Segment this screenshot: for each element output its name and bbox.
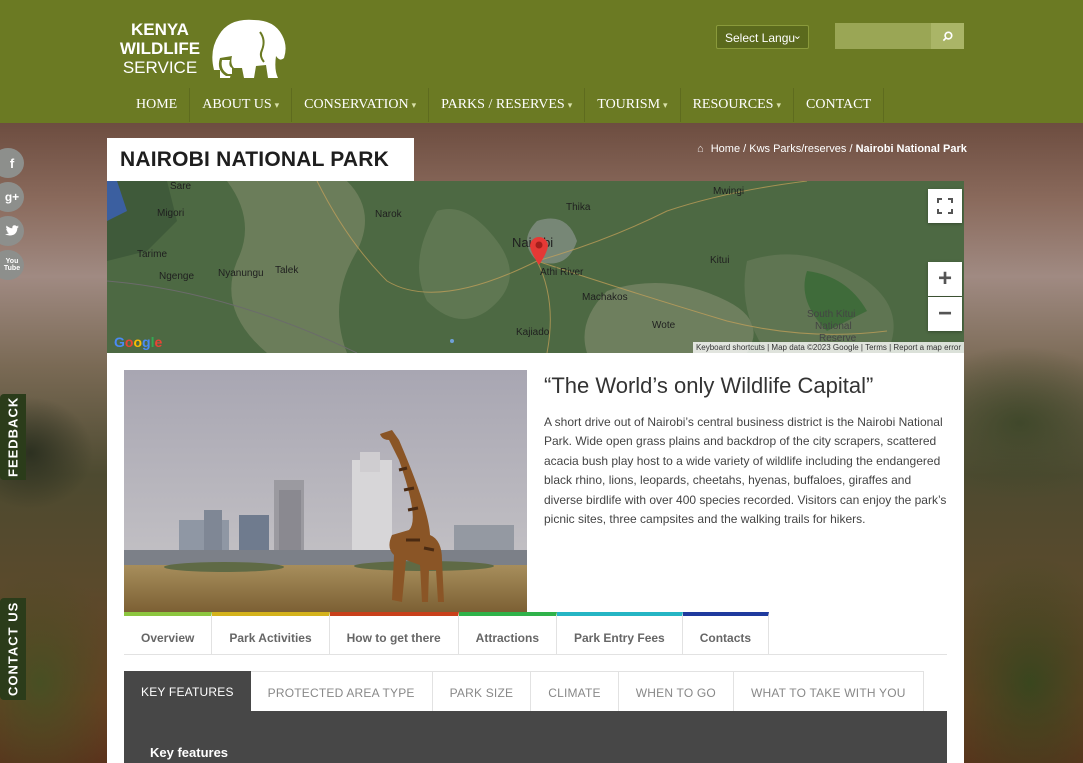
site-header: KENYA WILDLIFE SERVICE Select Langu ⌄ HO…: [0, 0, 1083, 123]
tabs-divider: [124, 654, 947, 655]
park-description: A short drive out of Nairobi’s central b…: [544, 415, 947, 527]
fullscreen-icon: [937, 198, 953, 214]
map-attribution: Keyboard shortcuts | Map data ©2023 Goog…: [692, 342, 964, 353]
tab-protected-area-type[interactable]: PROTECTED AREA TYPE: [250, 671, 433, 711]
tab-key-features[interactable]: KEY FEATURES: [124, 671, 251, 711]
twitter-bird-icon: [5, 225, 19, 236]
tab-how-to-get-there[interactable]: How to get there: [329, 612, 459, 654]
panel-heading: Key features: [150, 745, 229, 760]
nav-item-resources[interactable]: RESOURCES ▾: [681, 88, 795, 122]
dropdown-caret-icon: ▾: [411, 100, 417, 110]
nav-item-contact[interactable]: CONTACT: [794, 88, 885, 122]
zoom-out-button[interactable]: −: [928, 297, 962, 331]
dropdown-caret-icon: ▾: [663, 100, 668, 110]
tab-overview[interactable]: Overview: [124, 612, 213, 654]
report-map-error-link[interactable]: Report a map error: [893, 343, 961, 352]
keyboard-shortcuts-link[interactable]: Keyboard shortcuts: [696, 343, 765, 352]
tab-park-entry-fees[interactable]: Park Entry Fees: [557, 612, 683, 654]
tab-park-activities[interactable]: Park Activities: [212, 612, 330, 654]
park-tagline: “The World’s only Wildlife Capital”: [544, 373, 874, 398]
nav-item-home[interactable]: HOME: [124, 88, 191, 122]
chevron-down-icon: ⌄: [792, 30, 802, 42]
breadcrumb-parks[interactable]: Kws Parks/reserves: [749, 143, 846, 155]
zoom-in-button[interactable]: +: [928, 262, 962, 296]
dropdown-caret-icon: ▾: [274, 100, 280, 110]
tab-park-size[interactable]: PARK SIZE: [432, 671, 532, 711]
content-area: “The World’s only Wildlife Capital” A sh…: [107, 353, 964, 763]
tab-contacts[interactable]: Contacts: [682, 612, 770, 654]
breadcrumb: ⌂ Home / Kws Parks/reserves / Nairobi Na…: [697, 143, 967, 155]
language-select[interactable]: Select Langu ⌄: [716, 25, 809, 49]
terms-link[interactable]: Terms: [865, 343, 887, 352]
logo-text: KENYA WILDLIFE SERVICE: [119, 20, 201, 77]
tab-attractions[interactable]: Attractions: [458, 612, 557, 654]
tab-climate[interactable]: CLIMATE: [531, 671, 619, 711]
giraffe-skyline-photo: [124, 370, 527, 614]
elephant-logo-icon: [212, 19, 286, 78]
search-icon: [942, 30, 953, 41]
secondary-tabs: KEY FEATURES PROTECTED AREA TYPE PARK SI…: [124, 671, 924, 711]
key-features-panel: Key features: [124, 711, 947, 763]
home-icon: ⌂: [697, 143, 704, 155]
park-map[interactable]: Sare Migori Narok Thika Mwingi Nairobi T…: [107, 181, 964, 353]
kws-logo[interactable]: KENYA WILDLIFE SERVICE: [114, 19, 294, 80]
search-button[interactable]: [931, 23, 964, 49]
main-nav: HOME ABOUT US ▾ CONSERVATION ▾ PARKS / RES…: [124, 88, 885, 122]
nav-item-about-us[interactable]: ABOUT US ▾: [190, 88, 293, 122]
primary-tabs: Overview Park Activities How to get ther…: [124, 612, 770, 654]
photo-illustration: [124, 370, 527, 614]
search-input[interactable]: [835, 23, 931, 49]
breadcrumb-home[interactable]: Home: [711, 143, 740, 155]
tab-what-to-take[interactable]: WHAT TO TAKE WITH YOU: [733, 671, 924, 711]
feedback-tab[interactable]: FEEDBACK: [0, 394, 26, 480]
contact-us-tab[interactable]: CONTACT US: [0, 598, 26, 700]
nav-item-tourism[interactable]: TOURISM ▾: [585, 88, 681, 122]
fullscreen-button[interactable]: [928, 189, 962, 223]
map-marker-icon[interactable]: [528, 234, 550, 266]
breadcrumb-current: Nairobi National Park: [855, 143, 967, 155]
page-title: NAIROBI NATIONAL PARK: [107, 138, 414, 181]
nav-item-parks-reserves[interactable]: PARKS / RESERVES ▾: [429, 88, 586, 122]
google-logo: Google: [114, 334, 163, 350]
dropdown-caret-icon: ▾: [776, 100, 782, 110]
dropdown-caret-icon: ▾: [567, 100, 573, 110]
nav-item-conservation[interactable]: CONSERVATION ▾: [292, 88, 430, 122]
tab-when-to-go[interactable]: WHEN TO GO: [618, 671, 734, 711]
